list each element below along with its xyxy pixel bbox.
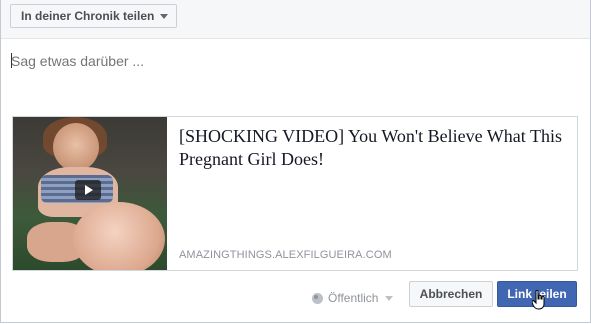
link-domain: AMAZINGTHINGS.ALEXFILGUEIRA.COM: [179, 249, 392, 261]
composer-input[interactable]: [11, 51, 571, 71]
chevron-down-icon: [385, 295, 394, 301]
dialog-footer: Öffentlich Abbrechen Link teilen: [1, 280, 590, 322]
link-title[interactable]: [SHOCKING VIDEO] You Won't Believe What …: [179, 125, 565, 171]
cancel-button[interactable]: Abbrechen: [409, 281, 493, 307]
share-dialog: In deiner Chronik teilen [SHOCKING VIDEO…: [0, 0, 591, 323]
globe-icon: [312, 292, 323, 304]
share-target-label: In deiner Chronik teilen: [21, 9, 155, 23]
link-text-block: [SHOCKING VIDEO] You Won't Believe What …: [167, 117, 577, 270]
link-preview-card[interactable]: [SHOCKING VIDEO] You Won't Believe What …: [12, 116, 578, 271]
text-caret: [11, 53, 12, 68]
link-thumbnail[interactable]: [13, 117, 167, 270]
share-link-button[interactable]: Link teilen: [497, 281, 577, 307]
play-icon[interactable]: [75, 180, 101, 200]
dialog-header: In deiner Chronik teilen: [1, 0, 590, 39]
thumbnail-belly: [73, 202, 165, 270]
share-target-dropdown[interactable]: In deiner Chronik teilen: [10, 4, 178, 28]
thumbnail-head: [53, 123, 99, 171]
privacy-label: Öffentlich: [328, 291, 379, 305]
privacy-selector[interactable]: Öffentlich: [312, 289, 394, 307]
chevron-down-icon: [160, 13, 169, 19]
